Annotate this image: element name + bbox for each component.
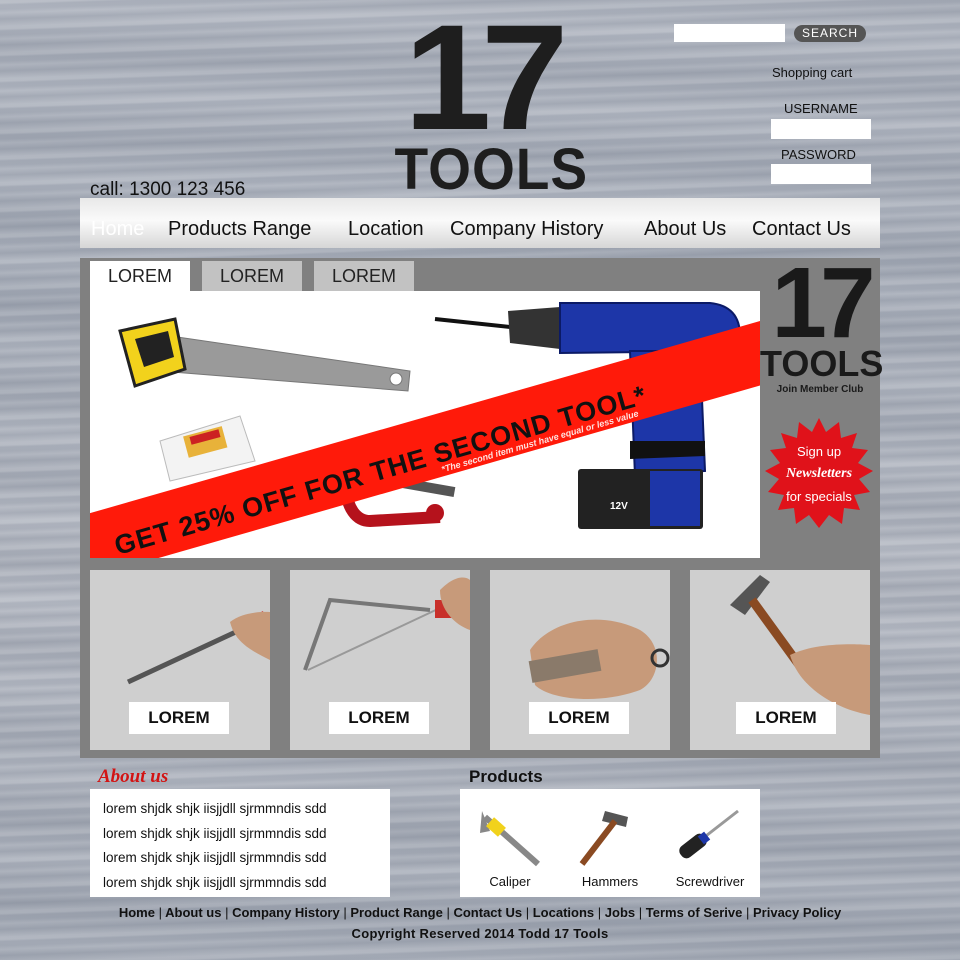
thumb-knife[interactable]: LOREM [490,570,670,750]
thumb-label-3: LOREM [529,702,629,734]
product-screwdriver[interactable]: Screwdriver [660,789,760,897]
newsletter-line3: for specials [786,489,852,504]
handsaw-icon [118,317,411,392]
about-line: lorem shjdk shjk iisjjdll sjrmmndis sdd [103,875,327,890]
about-line: lorem shjdk shjk iisjjdll sjrmmndis sdd [103,801,327,816]
about-line: lorem shjdk shjk iisjjdll sjrmmndis sdd [103,850,327,865]
footer-separator: | [597,905,602,920]
thumb-hammer[interactable]: LOREM [690,570,870,750]
footer-link-locations[interactable]: Locations [533,905,594,920]
product-label: Caliper [489,874,531,889]
footer-link-product-range[interactable]: Product Range [350,905,442,920]
product-label: Screwdriver [675,874,745,889]
thumb-label-2: LOREM [329,702,429,734]
logo-number: 17 [403,0,569,161]
search-input[interactable] [674,24,785,42]
username-input[interactable] [771,119,871,139]
about-us-box: lorem shjdk shjk iisjjdll sjrmmndis sdd … [90,789,390,897]
join-member-club: Join Member Club [776,384,864,395]
footer-separator: | [343,905,347,920]
product-label: Hammers [581,874,639,889]
side-logo-number: 17 [771,247,875,359]
tab-1[interactable]: LOREM [90,261,190,291]
banner-tools-illustration: 12V GET 25% OFF FOR THE SECOND TOOL* *Th… [90,302,760,558]
copyright: Copyright Reserved 2014 Todd 17 Tools [351,926,609,941]
nav-products-range[interactable]: Products Range [168,218,311,241]
nav-about-us[interactable]: About Us [644,218,726,241]
thumb-label-4: LOREM [736,702,836,734]
hammer-icon [579,811,628,866]
footer-separator: | [158,905,162,920]
footer-link-privacy[interactable]: Privacy Policy [753,905,841,920]
footer-link-company-history[interactable]: Company History [232,905,340,920]
product-hammers[interactable]: Hammers [560,789,660,897]
tab-3[interactable]: LOREM [314,261,414,291]
tab-2[interactable]: LOREM [202,261,302,291]
battery-label: 12V [610,501,628,512]
footer-link-jobs[interactable]: Jobs [605,905,635,920]
footer-links: Home | About us | Company History | Prod… [0,905,960,920]
site-logo[interactable]: 17 TOOLS [390,2,589,202]
nav-home[interactable]: Home [91,218,144,241]
thumb-screwdriver[interactable]: LOREM [90,570,270,750]
product-caliper[interactable]: Caliper [460,789,560,897]
thumb-label-1: LOREM [129,702,229,734]
footer-separator: | [745,905,750,920]
nav-contact-us[interactable]: Contact Us [752,218,851,241]
products-box: Caliper Hammers Screwdriver [460,789,760,897]
nav-location[interactable]: Location [348,218,424,241]
nav-company-history[interactable]: Company History [450,218,603,241]
footer-link-about[interactable]: About us [165,905,221,920]
main-nav: Home Products Range Location Company His… [80,198,880,248]
about-us-title: About us [98,766,169,787]
footer-link-terms[interactable]: Terms of Serive [646,905,743,920]
newsletter-signup-badge[interactable]: Sign up Newsletters for specials [764,418,874,528]
password-label: PASSWORD [781,147,856,162]
promo-banner[interactable]: 12V GET 25% OFF FOR THE SECOND TOOL* *Th… [90,291,760,558]
logo-word: TOOLS [394,137,589,202]
products-title: Products [469,767,543,786]
shopping-cart-link[interactable]: Shopping cart [772,65,852,80]
footer-separator: | [638,905,643,920]
footer-link-home[interactable]: Home [119,905,155,920]
footer-separator: | [446,905,450,920]
newsletter-line1: Sign up [796,444,842,459]
newsletter-line2: Newsletters [785,466,853,481]
screwdriver-icon [679,809,739,859]
member-club-logo[interactable]: 17 TOOLS Join Member Club [760,247,884,400]
footer-separator: | [225,905,229,920]
search-button[interactable]: SEARCH [794,25,866,42]
thumb-hacksaw[interactable]: LOREM [290,570,470,750]
side-logo-word: TOOLS [760,343,884,384]
about-line: lorem shjdk shjk iisjjdll sjrmmndis sdd [103,826,327,841]
password-input[interactable] [771,164,871,184]
footer-link-contact[interactable]: Contact Us [453,905,522,920]
caliper-icon [480,811,540,867]
footer-separator: | [525,905,530,920]
username-label: USERNAME [784,101,858,116]
